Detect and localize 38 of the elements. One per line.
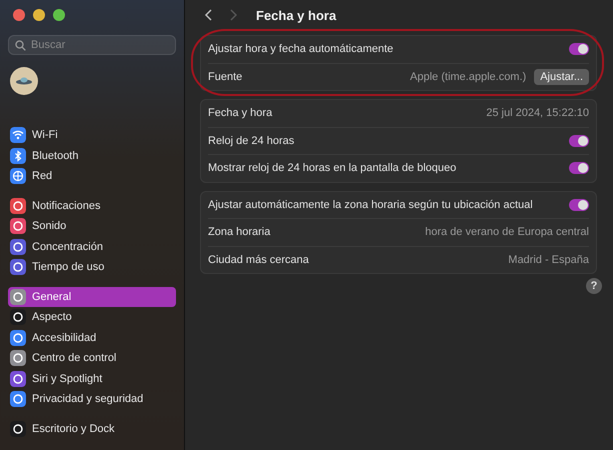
sidebar-item[interactable]: Notificaciones (8, 196, 176, 216)
sidebar-item[interactable]: Sonido (8, 216, 176, 236)
minimize-button[interactable] (33, 9, 45, 21)
sidebar-item[interactable]: Accesibilidad (8, 328, 176, 348)
setting-label: Fecha y hora (208, 107, 274, 120)
zoom-button[interactable] (53, 9, 65, 21)
setting-value: 25 jul 2024, 15:22:10 (486, 107, 589, 120)
sidebar-item[interactable]: Bluetooth (8, 146, 176, 166)
setting-label: Ajustar hora y fecha automáticamente (208, 43, 394, 56)
sidebar-item[interactable]: Privacidad y seguridad (8, 389, 176, 410)
search-icon (15, 40, 26, 51)
avatar-icon[interactable] (10, 67, 38, 95)
sidebar-item[interactable]: Aspecto (8, 307, 176, 328)
setting-label: Reloj de 24 horas (208, 134, 296, 147)
adjust-button[interactable]: Ajustar... (534, 68, 589, 85)
window-title: Fecha y hora (256, 8, 336, 22)
setting-label: Mostrar reloj de 24 horas en la pantalla de bloqueo (208, 162, 458, 174)
setting-label: Fuente (208, 70, 244, 83)
sidebar-item[interactable]: General (8, 286, 176, 307)
sidebar-item[interactable]: Tiempo de uso (8, 257, 176, 278)
close-button[interactable] (13, 9, 25, 21)
sidebar-item[interactable]: Centro de control (8, 348, 176, 368)
sidebar-item[interactable]: Escritorio y Dock (8, 418, 176, 439)
setting-value: Apple (time.apple.com.) (410, 70, 526, 83)
setting-label: Ajustar automáticamente la zona horaria según tu ubicación actual (208, 198, 534, 211)
toggle-switch[interactable] (569, 162, 589, 174)
sidebar-item[interactable]: Wi-Fi (8, 125, 176, 146)
sidebar-item[interactable]: Red (8, 166, 176, 186)
help-button[interactable]: ? (586, 278, 602, 294)
toggle-switch[interactable] (569, 43, 589, 56)
sidebar-item[interactable]: Siri y Spotlight (8, 368, 176, 389)
setting-label: Zona horaria (208, 226, 272, 238)
setting-value: hora de verano de Europa central (425, 226, 589, 238)
toggle-switch[interactable] (569, 198, 589, 211)
toggle-switch[interactable] (569, 134, 589, 147)
sidebar-item[interactable]: Concentración (8, 236, 176, 257)
setting-value: Madrid - España (508, 254, 589, 266)
setting-label: Ciudad más cercana (208, 254, 310, 266)
